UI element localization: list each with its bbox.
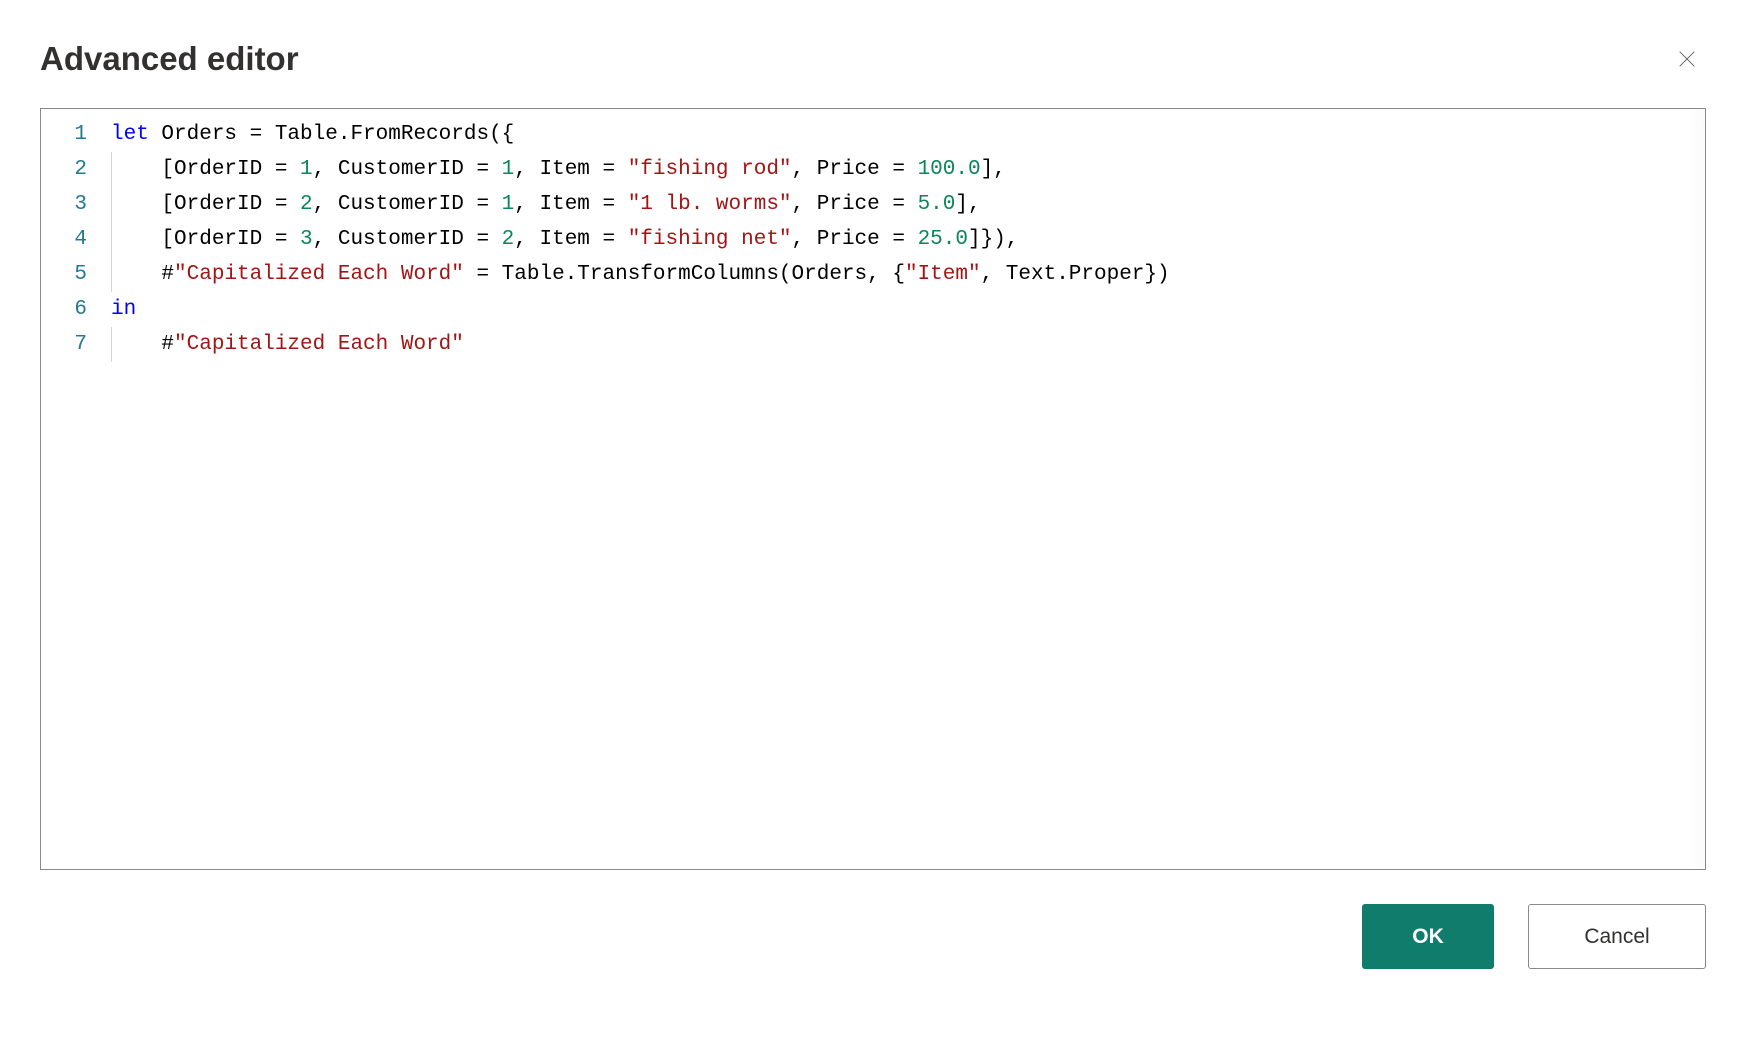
line-number: 4 [41, 222, 99, 257]
token-num: 3 [300, 228, 313, 251]
token-txt: , CustomerID = [313, 228, 502, 251]
line-number: 7 [41, 327, 99, 362]
token-num: 2 [300, 193, 313, 216]
token-txt: , Item = [514, 228, 627, 251]
token-txt: [OrderID = [111, 158, 300, 181]
dialog-header: Advanced editor [40, 40, 1706, 78]
token-num: 1 [502, 193, 515, 216]
token-num: 25.0 [918, 228, 968, 251]
line-number: 6 [41, 292, 99, 327]
close-icon[interactable] [1668, 40, 1706, 78]
token-str: "fishing rod" [628, 158, 792, 181]
token-txt: ], [981, 158, 1006, 181]
token-txt: [OrderID = [111, 193, 300, 216]
code-line[interactable]: [OrderID = 3, CustomerID = 2, Item = "fi… [111, 222, 1705, 257]
line-number: 1 [41, 117, 99, 152]
dialog-button-row: OK Cancel [40, 904, 1706, 969]
token-num: 2 [502, 228, 515, 251]
code-line[interactable]: [OrderID = 2, CustomerID = 1, Item = "1 … [111, 187, 1705, 222]
code-line[interactable]: in [111, 292, 1705, 327]
token-kw: in [111, 298, 136, 321]
token-str: "Capitalized Each Word" [174, 263, 464, 286]
line-number: 5 [41, 257, 99, 292]
token-txt: , CustomerID = [313, 158, 502, 181]
code-area[interactable]: let Orders = Table.FromRecords({ [OrderI… [99, 117, 1705, 362]
token-txt: , Price = [792, 193, 918, 216]
token-num: 100.0 [918, 158, 981, 181]
token-txt: , Item = [514, 158, 627, 181]
token-txt: [OrderID = [111, 228, 300, 251]
token-str: "fishing net" [628, 228, 792, 251]
token-txt: = Table.TransformColumns(Orders, { [464, 263, 905, 286]
dialog-title: Advanced editor [40, 40, 299, 78]
scrollbar-track[interactable] [1687, 109, 1705, 869]
token-txt: , Text.Proper}) [981, 263, 1170, 286]
token-num: 1 [502, 158, 515, 181]
token-txt: # [111, 263, 174, 286]
code-line[interactable]: #"Capitalized Each Word" [111, 327, 1705, 362]
line-number: 3 [41, 187, 99, 222]
token-num: 5.0 [918, 193, 956, 216]
token-num: 1 [300, 158, 313, 181]
line-number: 2 [41, 152, 99, 187]
code-line[interactable]: [OrderID = 1, CustomerID = 1, Item = "fi… [111, 152, 1705, 187]
advanced-editor-dialog: Advanced editor 1234567 let Orders = Tab… [40, 40, 1706, 969]
token-str: "Capitalized Each Word" [174, 333, 464, 356]
token-kw: let [111, 123, 149, 146]
token-txt: ]}), [968, 228, 1018, 251]
token-txt: # [111, 333, 174, 356]
token-txt: , CustomerID = [313, 193, 502, 216]
code-line[interactable]: let Orders = Table.FromRecords({ [111, 117, 1705, 152]
token-txt: ], [955, 193, 980, 216]
token-txt: , Price = [792, 158, 918, 181]
token-str: "Item" [905, 263, 981, 286]
token-txt: , Item = [514, 193, 627, 216]
token-str: "1 lb. worms" [628, 193, 792, 216]
code-line[interactable]: #"Capitalized Each Word" = Table.Transfo… [111, 257, 1705, 292]
code-editor[interactable]: 1234567 let Orders = Table.FromRecords({… [40, 108, 1706, 870]
token-txt: , Price = [792, 228, 918, 251]
token-txt: Orders = Table.FromRecords({ [149, 123, 514, 146]
ok-button[interactable]: OK [1362, 904, 1494, 969]
cancel-button[interactable]: Cancel [1528, 904, 1706, 969]
line-number-gutter: 1234567 [41, 117, 99, 362]
